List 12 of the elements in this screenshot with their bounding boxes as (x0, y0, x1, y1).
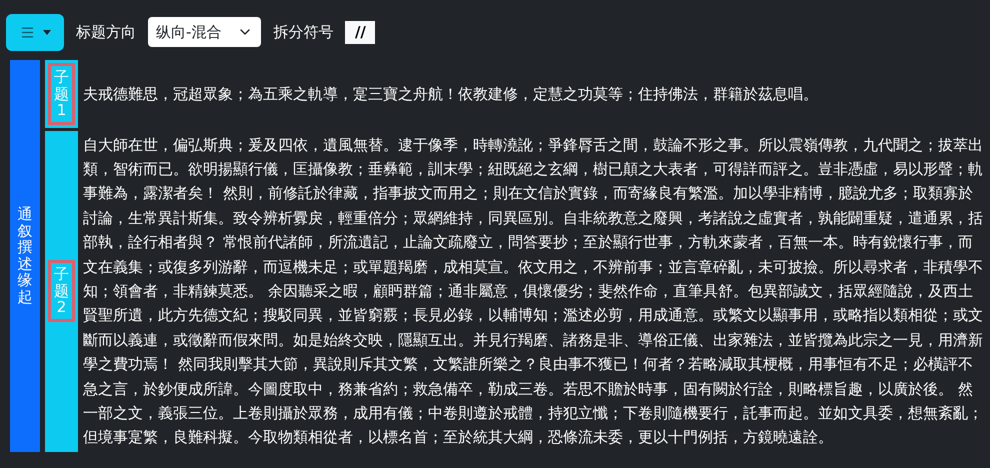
subsection-title: 子题1 (48, 63, 75, 124)
split-symbol-label: 拆分符号 (273, 22, 334, 43)
caret-icon (42, 30, 50, 34)
subsection-title: 子题2 (48, 260, 75, 322)
subsection-text: 夫戒德難思，冠超眾象；為五乘之軌導，寔三寶之舟航！依教建修，定慧之功莫等；住持佛法，群籍於茲息唱。 (83, 84, 819, 105)
subsection-text: 自大師在世，偏弘斯典；爰及四依，遺風無替。逮于像季，時轉澆訛；爭鋒脣舌之間，鼓論不形之事。所以震嶺傳教，九代聞之；拔萃出類，智術而已。欲明揚顯行儀，匡攝像教；垂彝範，訓末學；紐既絕之玄綱，樹已顛之大表者，可得詳而評之。豈非憑虛，易以形聲；軌事難為，露潔者矣！ 然則，前修託於律藏，指事披文而用之；則在文信於實錄，而寄緣良有繁濫。加以學非精博，臆說尤多；取類寡於討論，生常異計斯集。致令辨析釁戾，輕重倍分；眾網維持，同異區別。自非統教意之廢興，考諸說之虛實者，孰能闢重疑，遣通累，括部執，詮行相者與？ 常恨前代諸師，所流遺記，止論文疏廢立，問答要抄；至於顯行世事，方軌來蒙者，百無一本。時有銳懷行事，而文在義集；或復多列游辭，而逗機未足；或單題羯磨，成相莫宣。依文用之，不辨前事；並言章碎亂，未可披撿。所以尋求者，非積學不知；領會者，非精鍊莫悉。 余因聽采之暇，顧眄群篇；通非屬意，俱懷優劣；斐然作命，直筆具舒。包異部誠文，括眾經隨說，及西土賢聖所遺，此方先德文紀；搜駁同異，並皆窮覈；長見必錄，以輔博知；濫述必剪，用成通意。或繁文以顯事用，或略指以類相從；或文斷而以義連，或徵辭而假來問。如是始終交映，隱顯互出。并見行羯磨、諸務是非、導俗正儀、出家雜法，並皆攬為此宗之一見，用濟新學之費功焉！ 然同我則擊其大節，異說則斥其文繁，文繁誰所樂之？良由事不獲已！何者？若略減取其梗概，用事恒有不足；必橫評不急之言，於鈔便成所諱。今圖度取中，務兼省約；救急備卒，勒成三卷。若思不贍於時事，固有闕於行詮，則略標旨趣，以廣於後。 然一部之文，義張三位。上卷則攝於眾務，成用有儀；中卷則遵於戒體，持犯立懺；下卷則隨機要行，託事而起。並如文具委，想無紊亂；但境事寔繁，良難科擬。今取物類相從者，以標名首；至於統其大綱，恐條流未委，更以十門例括，方鏡曉遠詮。 (83, 134, 983, 448)
menu-icon (20, 24, 34, 40)
split-symbol-field[interactable]: // (345, 20, 376, 44)
section-title: 通叙撰述缘起 (18, 206, 32, 306)
title-direction-select[interactable]: 纵向-混合 (148, 17, 262, 47)
title-direction-label: 标题方向 (76, 22, 136, 43)
menu-button[interactable] (6, 14, 64, 50)
